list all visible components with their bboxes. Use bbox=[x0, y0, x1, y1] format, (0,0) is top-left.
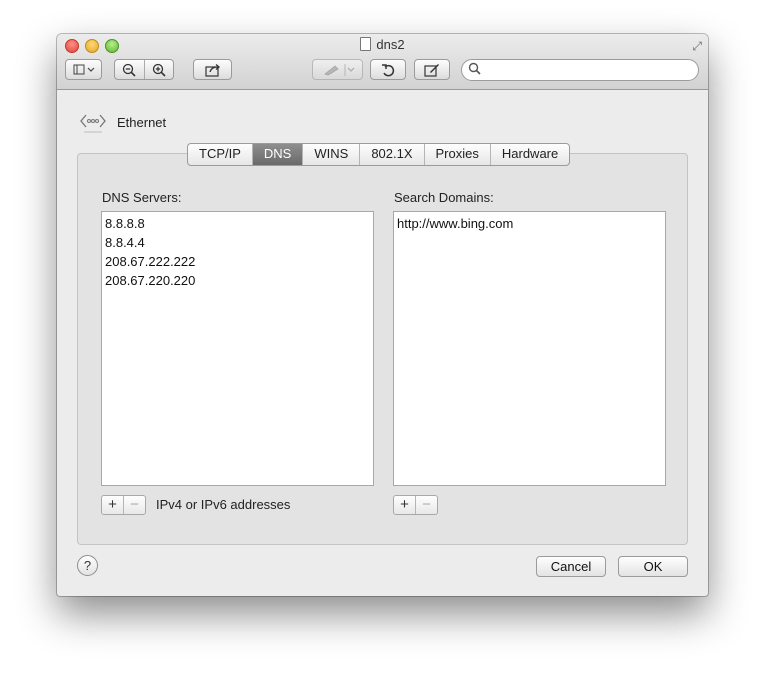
zoom-out-button[interactable] bbox=[115, 60, 145, 79]
rotate-button[interactable] bbox=[370, 59, 406, 80]
domain-add-remove-control: + − bbox=[393, 495, 438, 515]
window-title: dns2 bbox=[57, 37, 708, 52]
dns-window: dns2 ⤢ Ethernet DNS Servers: 8.8.8.8 8.8… bbox=[57, 34, 708, 596]
list-item[interactable]: 208.67.222.222 bbox=[105, 252, 370, 271]
tab-wins[interactable]: WINS bbox=[303, 144, 361, 165]
dns-servers-label: DNS Servers: bbox=[102, 190, 182, 205]
remove-dns-server-button[interactable]: − bbox=[123, 496, 145, 514]
sidebar-icon bbox=[73, 64, 94, 74]
zoom-in-icon bbox=[152, 63, 166, 77]
content-area: Ethernet DNS Servers: 8.8.8.8 8.8.4.4 20… bbox=[57, 90, 708, 596]
annotate-button[interactable] bbox=[414, 59, 450, 80]
title-bar: dns2 ⤢ bbox=[57, 34, 708, 90]
add-dns-server-button[interactable]: + bbox=[102, 496, 123, 514]
tab-hardware[interactable]: Hardware bbox=[491, 144, 569, 165]
search-domains-list[interactable]: http://www.bing.com bbox=[393, 211, 666, 486]
highlight-button[interactable] bbox=[312, 59, 363, 80]
search-icon bbox=[468, 62, 481, 78]
remove-search-domain-button[interactable]: − bbox=[415, 496, 437, 514]
share-icon bbox=[204, 63, 220, 77]
ethernet-icon bbox=[80, 114, 106, 133]
list-item[interactable]: 8.8.8.8 bbox=[105, 214, 370, 233]
ok-button[interactable]: OK bbox=[618, 556, 688, 577]
list-item[interactable]: 8.8.4.4 bbox=[105, 233, 370, 252]
zoom-controls bbox=[114, 59, 174, 80]
search-domains-label: Search Domains: bbox=[394, 190, 494, 205]
add-search-domain-button[interactable]: + bbox=[394, 496, 415, 514]
highlighter-icon bbox=[323, 63, 354, 76]
zoom-out-icon bbox=[123, 63, 136, 77]
share-button[interactable] bbox=[193, 59, 232, 80]
dns-add-remove-control: + − bbox=[101, 495, 146, 515]
edit-icon bbox=[424, 63, 439, 77]
dns-hint-text: IPv4 or IPv6 addresses bbox=[156, 497, 291, 512]
dns-servers-list[interactable]: 8.8.8.8 8.8.4.4 208.67.222.222 208.67.22… bbox=[101, 211, 374, 486]
document-icon bbox=[360, 37, 372, 51]
list-item[interactable]: 208.67.220.220 bbox=[105, 271, 370, 290]
rotate-icon bbox=[382, 63, 395, 76]
service-name: Ethernet bbox=[117, 115, 167, 130]
settings-tabs: TCP/IP DNS WINS 802.1X Proxies Hardware bbox=[187, 143, 571, 166]
sidebar-toggle-button[interactable] bbox=[65, 59, 102, 80]
list-item[interactable]: http://www.bing.com bbox=[397, 214, 662, 233]
window-title-text: dns2 bbox=[376, 37, 405, 52]
help-button[interactable]: ? bbox=[77, 555, 98, 576]
tab-802-1x[interactable]: 802.1X bbox=[360, 144, 425, 165]
zoom-in-button[interactable] bbox=[145, 60, 174, 79]
search-field[interactable] bbox=[461, 59, 699, 81]
dns-panel: DNS Servers: 8.8.8.8 8.8.4.4 208.67.222.… bbox=[77, 153, 688, 545]
tab-dns[interactable]: DNS bbox=[252, 144, 304, 165]
tab-proxies[interactable]: Proxies bbox=[425, 144, 491, 165]
fullscreen-icon[interactable]: ⤢ bbox=[692, 39, 702, 54]
tab-tcp-ip[interactable]: TCP/IP bbox=[188, 144, 253, 165]
cancel-button[interactable]: Cancel bbox=[536, 556, 606, 577]
